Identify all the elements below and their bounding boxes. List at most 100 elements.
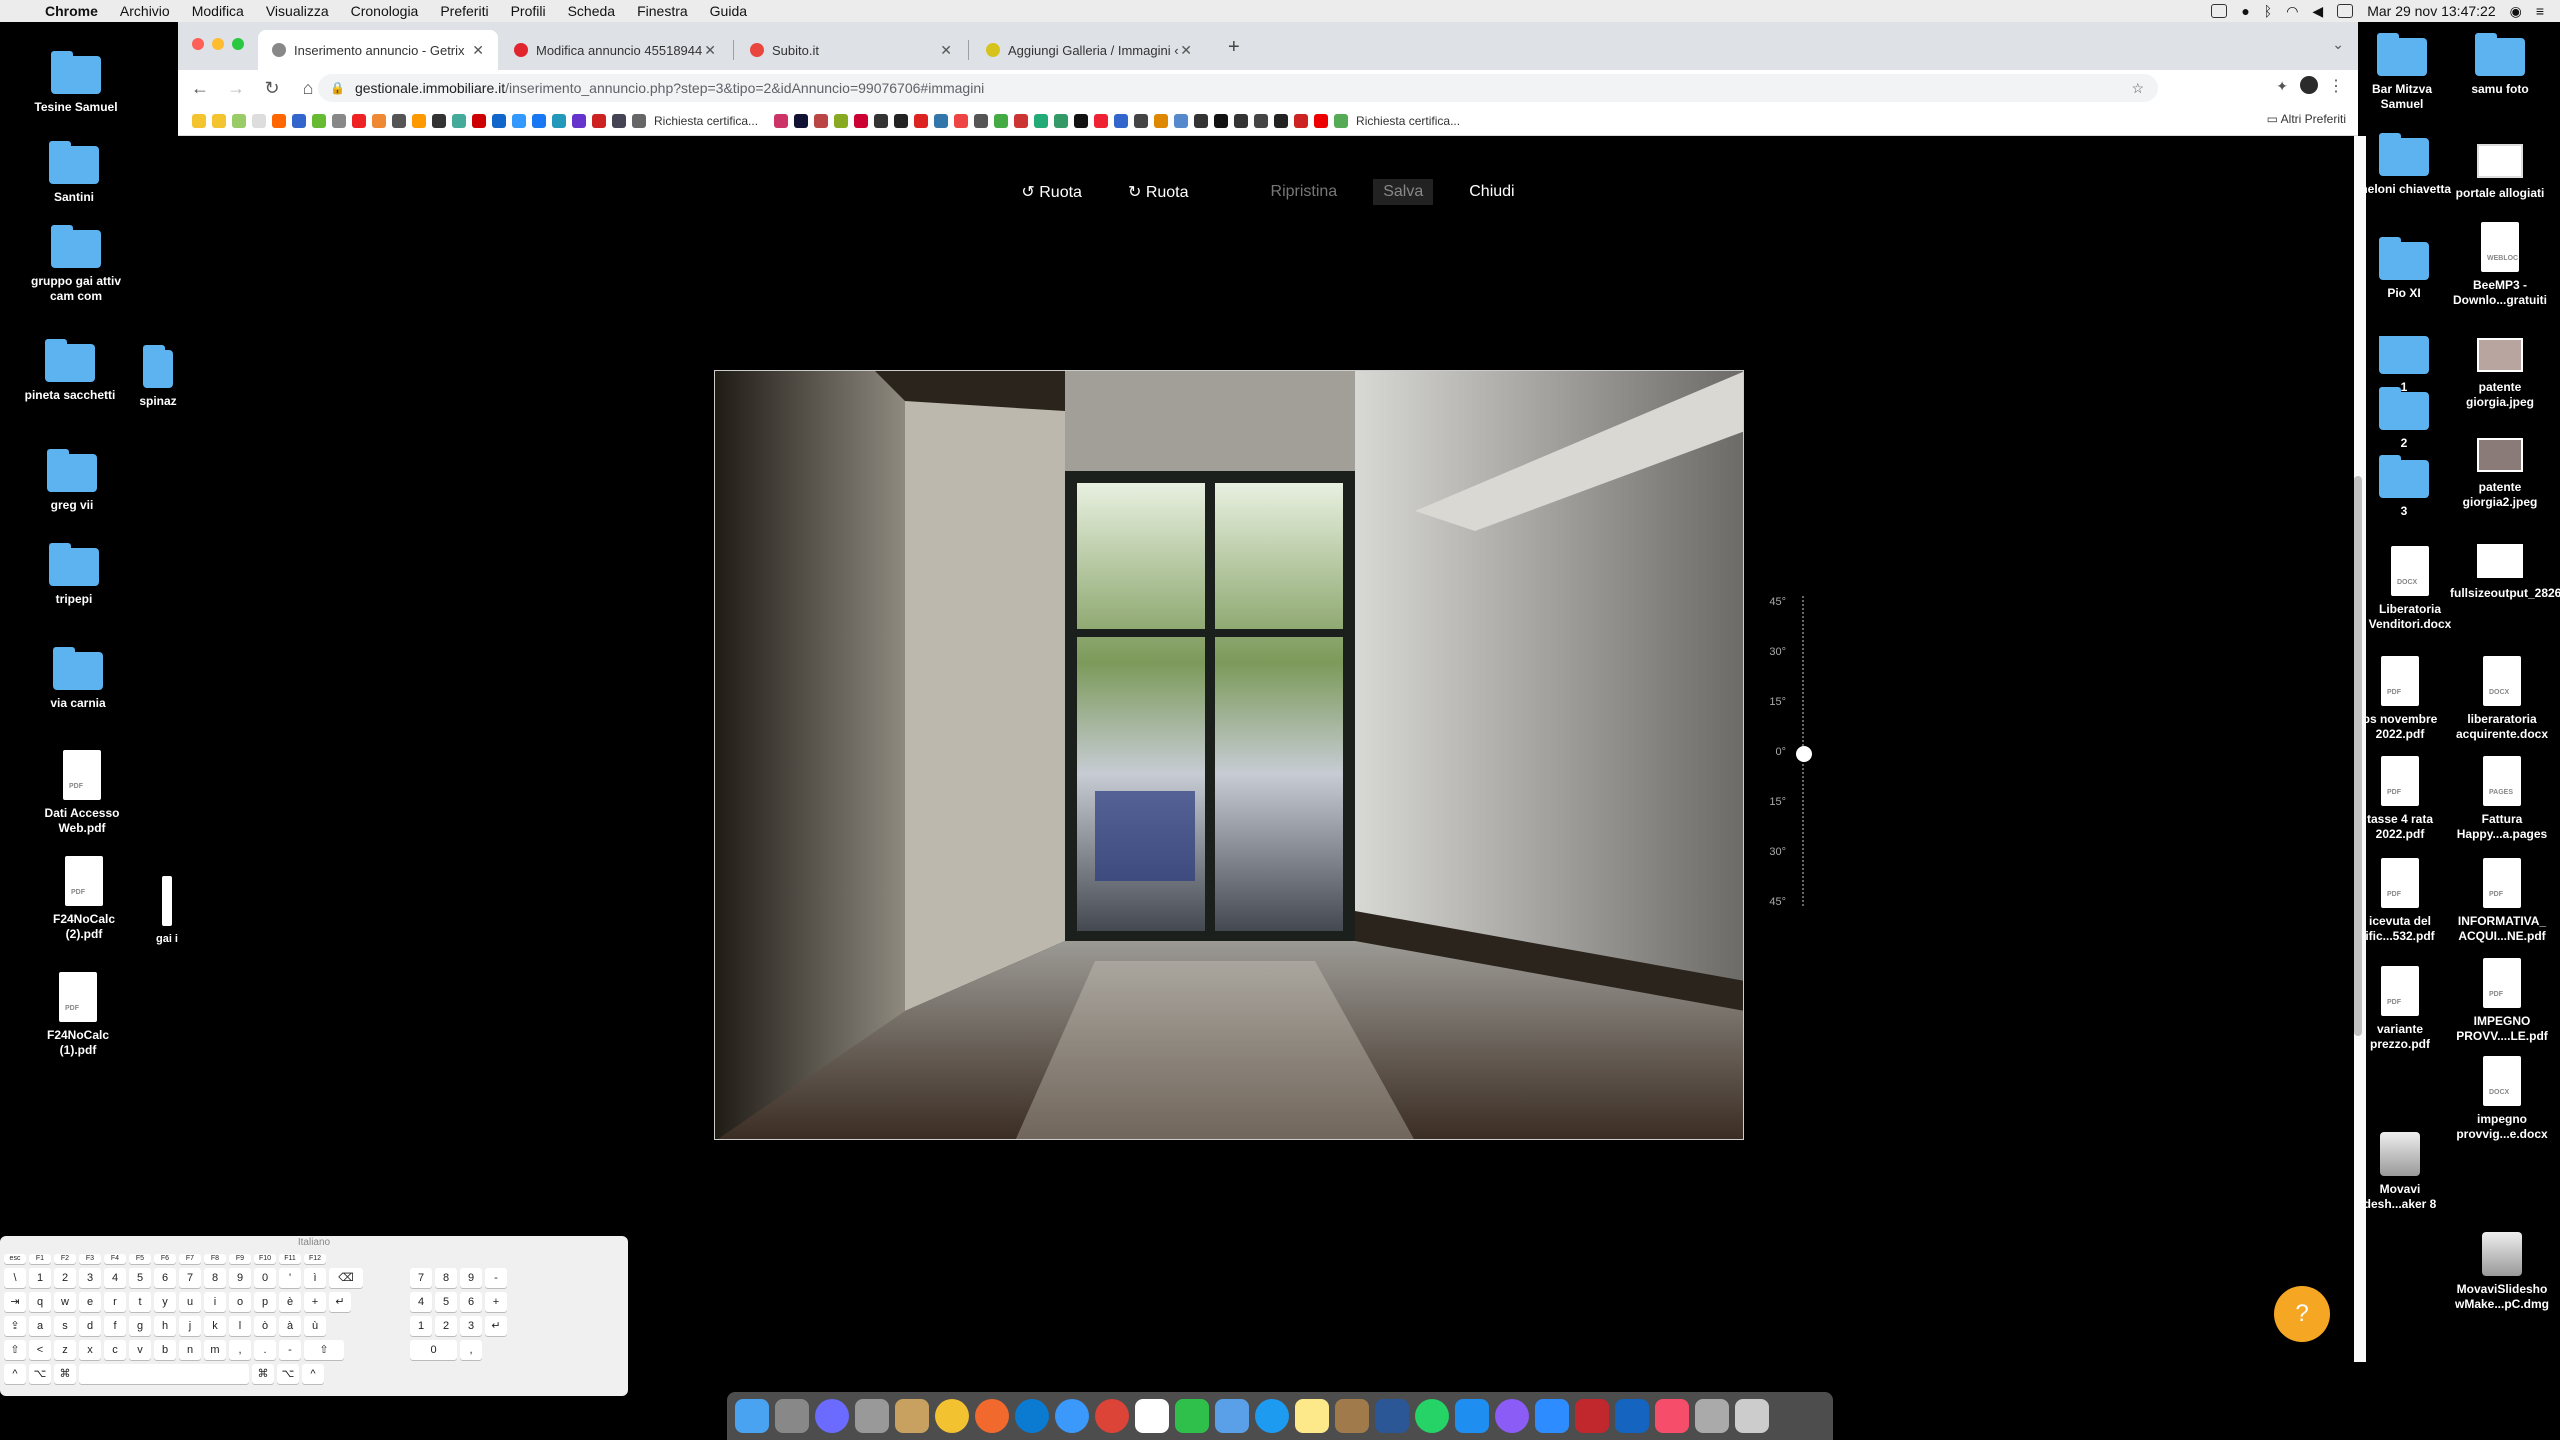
key[interactable]: 9	[229, 1268, 251, 1288]
bookmark-icon[interactable]	[814, 113, 829, 128]
bookmark-icon[interactable]	[212, 113, 226, 128]
key[interactable]: F6	[154, 1254, 176, 1264]
music-icon[interactable]	[1655, 1399, 1689, 1433]
key[interactable]: s	[54, 1316, 76, 1336]
bookmark-icon[interactable]	[352, 113, 366, 128]
key[interactable]: v	[129, 1340, 151, 1360]
desktop-file[interactable]: WEBLOC BeeMP3 - Downlo...gratuiti	[2450, 222, 2550, 308]
safari-icon[interactable]	[1055, 1399, 1089, 1433]
key[interactable]: +	[485, 1292, 507, 1312]
key[interactable]: 4	[104, 1268, 126, 1288]
key[interactable]: 6	[460, 1292, 482, 1312]
desktop-file[interactable]: DOCX Liberatoria Venditori.docx	[2360, 546, 2460, 632]
messages-icon[interactable]	[1255, 1399, 1289, 1433]
desktop-file[interactable]: PDF F24NoCalc (2).pdf	[34, 856, 134, 942]
bookmark-icon[interactable]	[452, 113, 466, 128]
facetime-icon[interactable]	[1175, 1399, 1209, 1433]
key[interactable]: h	[154, 1316, 176, 1336]
extensions-icon[interactable]: ✦	[2276, 78, 2288, 95]
zoom-window-icon[interactable]	[232, 38, 244, 50]
control-center-icon[interactable]: ≡	[2536, 3, 2544, 19]
key[interactable]: ↵	[329, 1292, 351, 1312]
key[interactable]: ↵	[485, 1316, 507, 1336]
siri-icon[interactable]	[815, 1399, 849, 1433]
bookmark-icon[interactable]	[532, 113, 546, 128]
key[interactable]: i	[204, 1292, 226, 1312]
key[interactable]: F9	[229, 1254, 251, 1264]
key[interactable]: ù	[304, 1316, 326, 1336]
key[interactable]: ⌘	[54, 1364, 76, 1384]
key[interactable]: 7	[179, 1268, 201, 1288]
bookmark-icon[interactable]	[1294, 113, 1309, 128]
stickies-icon[interactable]	[1295, 1399, 1329, 1433]
close-tab-icon[interactable]: ✕	[940, 42, 952, 59]
bookmark-icon[interactable]	[1314, 113, 1329, 128]
bookmark-icon[interactable]	[1114, 113, 1129, 128]
menubar-clock[interactable]: Mar 29 nov 13:47:22	[2367, 3, 2495, 19]
microphone-icon[interactable]: ●	[2241, 3, 2249, 19]
menu-guida[interactable]: Guida	[699, 3, 758, 19]
forward-icon[interactable]: →	[222, 78, 250, 99]
key[interactable]: F3	[79, 1254, 101, 1264]
key[interactable]: F8	[204, 1254, 226, 1264]
key[interactable]: ,	[229, 1340, 251, 1360]
key[interactable]: u	[179, 1292, 201, 1312]
key[interactable]: 2	[435, 1316, 457, 1336]
tab-inserimento-annuncio[interactable]: Inserimento annuncio - Getrix ✕	[258, 30, 498, 70]
chat-help-button[interactable]: ?	[2274, 1286, 2330, 1342]
menu-cronologia[interactable]: Cronologia	[340, 3, 430, 19]
key[interactable]: p	[254, 1292, 276, 1312]
desktop-file[interactable]: PDF Dati Accesso Web.pdf	[32, 750, 132, 836]
bookmark-icon[interactable]	[252, 113, 266, 128]
bookmark-icon[interactable]	[192, 113, 206, 128]
key[interactable]: ⇧	[4, 1340, 26, 1360]
bookmark-icon[interactable]	[432, 113, 446, 128]
chrome-menu-icon[interactable]: ⋮	[2328, 76, 2344, 96]
bookmark-icon[interactable]	[512, 113, 526, 128]
key[interactable]: n	[179, 1340, 201, 1360]
other-bookmarks[interactable]: ▭ Altri Preferiti	[2267, 112, 2346, 126]
bookmark-icon[interactable]	[954, 113, 969, 128]
key[interactable]: g	[129, 1316, 151, 1336]
bookmark-richiesta-certificato[interactable]: Richiesta certifica...	[1356, 114, 1460, 128]
volume-icon[interactable]: ◀	[2312, 3, 2323, 20]
key[interactable]: o	[229, 1292, 251, 1312]
key[interactable]: 1	[410, 1316, 432, 1336]
key[interactable]: b	[154, 1340, 176, 1360]
key[interactable]: 7	[410, 1268, 432, 1288]
key[interactable]: 2	[54, 1268, 76, 1288]
key[interactable]: ⇧	[304, 1340, 344, 1360]
menu-archivio[interactable]: Archivio	[109, 3, 181, 19]
key[interactable]: x	[79, 1340, 101, 1360]
bookmark-icon[interactable]	[1154, 113, 1169, 128]
desktop-file[interactable]: PDF F24NoCalc (1).pdf	[28, 972, 128, 1058]
key[interactable]: 8	[204, 1268, 226, 1288]
minimize-window-icon[interactable]	[212, 38, 224, 50]
key[interactable]: F12	[304, 1254, 326, 1264]
key[interactable]: F1	[29, 1254, 51, 1264]
bookmark-icon[interactable]	[592, 113, 606, 128]
bookmark-icon[interactable]	[1254, 113, 1269, 128]
app-store-icon[interactable]	[1455, 1399, 1489, 1433]
key[interactable]: esc	[4, 1254, 26, 1264]
key[interactable]: ⇥	[4, 1292, 26, 1312]
close-tab-icon[interactable]: ✕	[704, 42, 716, 59]
bookmark-icon[interactable]	[412, 113, 426, 128]
siri-icon[interactable]: ◉	[2510, 3, 2522, 20]
desktop-file[interactable]: DOCX impegno provvig...e.docx	[2452, 1056, 2552, 1142]
key[interactable]: w	[54, 1292, 76, 1312]
key[interactable]: +	[304, 1292, 326, 1312]
bookmark-icon[interactable]	[1174, 113, 1189, 128]
key[interactable]: ⌥	[277, 1364, 299, 1384]
key[interactable]: y	[154, 1292, 176, 1312]
bookmark-icon[interactable]	[272, 113, 286, 128]
bookmark-icon[interactable]	[914, 113, 929, 128]
whatsapp-icon[interactable]	[1415, 1399, 1449, 1433]
rotation-knob[interactable]	[1796, 746, 1812, 762]
key[interactable]: r	[104, 1292, 126, 1312]
key[interactable]: ^	[4, 1364, 26, 1384]
key[interactable]: \	[4, 1268, 26, 1288]
bluetooth-icon[interactable]: ᛒ	[2264, 3, 2272, 19]
firefox-icon[interactable]	[975, 1399, 1009, 1433]
desktop-folder[interactable]: meloni chiavetta	[2354, 133, 2454, 197]
